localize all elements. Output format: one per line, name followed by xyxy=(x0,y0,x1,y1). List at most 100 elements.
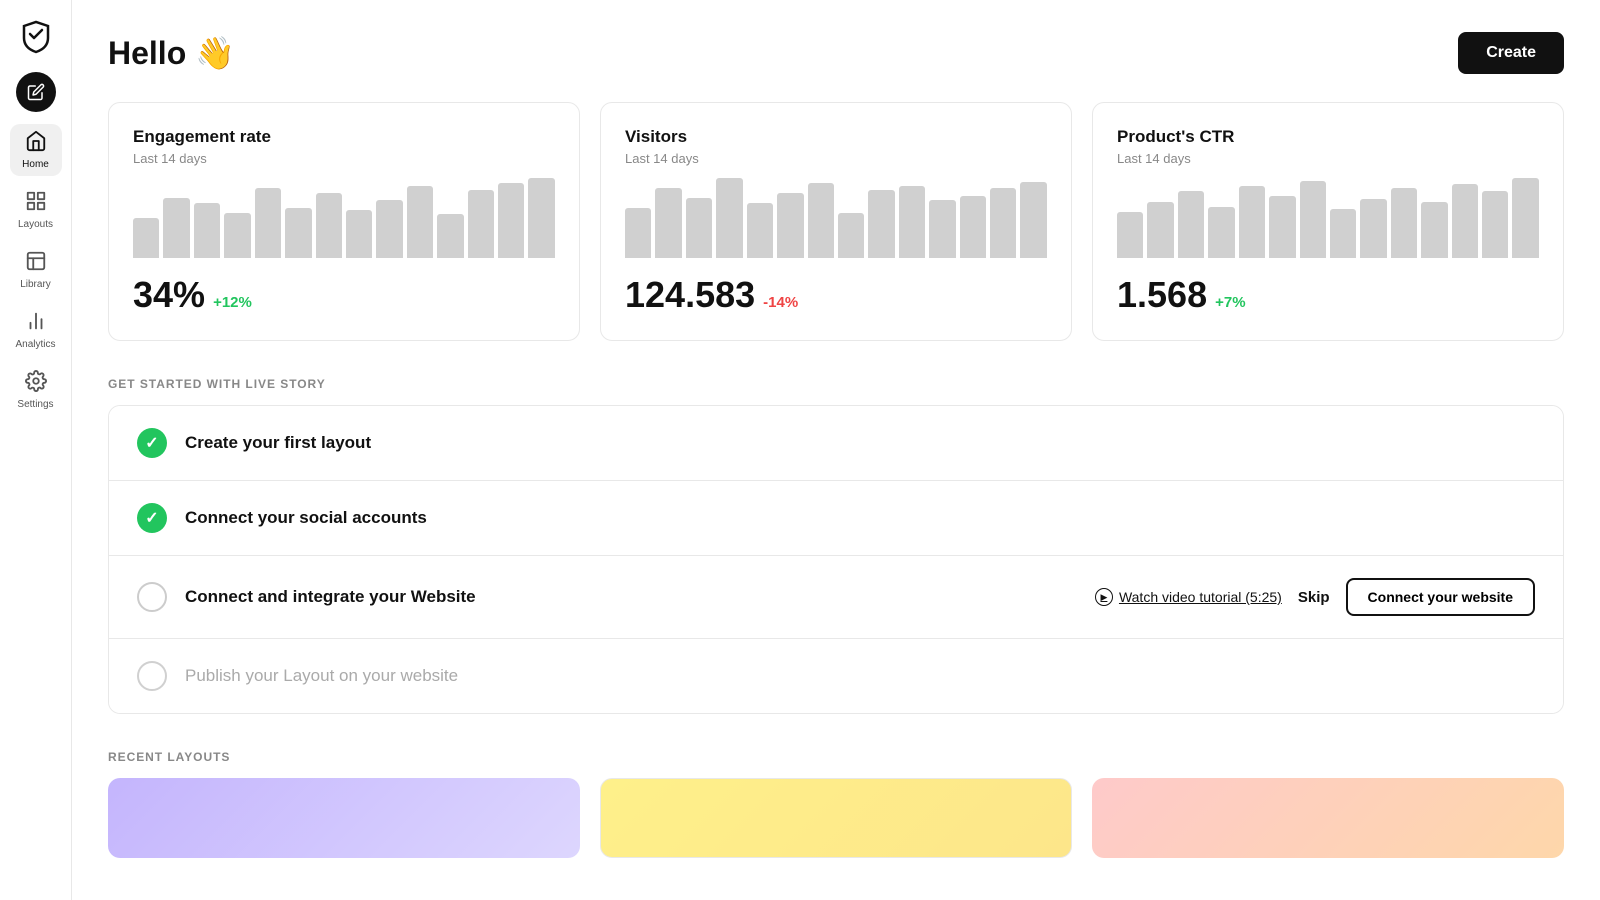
bar xyxy=(1239,186,1265,258)
bar xyxy=(1512,178,1538,258)
stat-subtitle-engagement: Last 14 days xyxy=(133,151,555,166)
checklist-label-layout: Create your first layout xyxy=(185,433,1535,453)
main-content: Hello 👋 Create Engagement rate Last 14 d… xyxy=(72,0,1600,900)
stat-value-engagement: 34% +12% xyxy=(133,274,555,316)
check-icon-social: ✓ xyxy=(145,508,158,528)
checklist-item-website: Connect and integrate your Website ▶ Wat… xyxy=(109,556,1563,639)
edit-button[interactable] xyxy=(16,72,56,112)
watch-tutorial-link[interactable]: ▶ Watch video tutorial (5:25) xyxy=(1095,588,1282,606)
page-header: Hello 👋 Create xyxy=(108,32,1564,74)
checklist-actions-website: ▶ Watch video tutorial (5:25) Skip Conne… xyxy=(1095,578,1535,616)
bar xyxy=(1020,182,1046,258)
bar xyxy=(1452,184,1478,258)
sidebar-item-analytics[interactable]: Analytics xyxy=(10,304,62,356)
stat-subtitle-ctr: Last 14 days xyxy=(1117,151,1539,166)
sidebar-item-library[interactable]: Library xyxy=(10,244,62,296)
stat-title-visitors: Visitors xyxy=(625,127,1047,147)
recent-layouts-title: RECENT LAYOUTS xyxy=(108,750,1564,764)
stat-value-ctr: 1.568 +7% xyxy=(1117,274,1539,316)
play-icon: ▶ xyxy=(1095,588,1113,606)
bar xyxy=(838,213,864,258)
sidebar-item-settings-label: Settings xyxy=(17,399,53,410)
bar xyxy=(1421,202,1447,258)
check-icon-layout: ✓ xyxy=(145,433,158,453)
bar xyxy=(1300,181,1326,258)
bar xyxy=(255,188,281,258)
stat-change-engagement: +12% xyxy=(213,294,252,311)
stat-card-visitors: Visitors Last 14 days 124.583 -14% xyxy=(600,102,1072,341)
layout-card-2[interactable] xyxy=(600,778,1072,858)
bar xyxy=(376,200,402,258)
bar-chart-engagement xyxy=(133,178,555,258)
bar-chart-visitors xyxy=(625,178,1047,258)
bar xyxy=(777,193,803,258)
bar xyxy=(686,198,712,258)
skip-button[interactable]: Skip xyxy=(1298,589,1330,606)
bar xyxy=(194,203,220,258)
stat-change-ctr: +7% xyxy=(1215,294,1245,311)
bar xyxy=(163,198,189,258)
bar xyxy=(1360,199,1386,258)
bar xyxy=(625,208,651,258)
bar xyxy=(1269,196,1295,258)
create-button[interactable]: Create xyxy=(1458,32,1564,74)
sidebar-item-library-label: Library xyxy=(20,279,51,290)
stat-value-visitors: 124.583 -14% xyxy=(625,274,1047,316)
checklist-item-publish: Publish your Layout on your website xyxy=(109,639,1563,713)
bar xyxy=(716,178,742,258)
page-title: Hello 👋 xyxy=(108,34,235,72)
sidebar-item-home[interactable]: Home xyxy=(10,124,62,176)
check-circle-layout: ✓ xyxy=(137,428,167,458)
sidebar: Home Layouts Library An xyxy=(0,0,72,900)
bar xyxy=(960,196,986,258)
recent-layouts-grid xyxy=(108,778,1564,858)
bar xyxy=(346,210,372,258)
layout-card-1[interactable] xyxy=(108,778,580,858)
checklist-label-social: Connect your social accounts xyxy=(185,508,1535,528)
bar xyxy=(1178,191,1204,258)
settings-icon xyxy=(25,370,47,396)
sidebar-item-settings[interactable]: Settings xyxy=(10,364,62,416)
layout-card-3[interactable] xyxy=(1092,778,1564,858)
bar xyxy=(437,214,463,258)
checklist-item-layout: ✓ Create your first layout xyxy=(109,406,1563,481)
stat-change-visitors: -14% xyxy=(763,294,798,311)
bar xyxy=(990,188,1016,258)
getting-started-title: GET STARTED WITH LIVE STORY xyxy=(108,377,1564,391)
bar xyxy=(868,190,894,258)
bar xyxy=(1117,212,1143,258)
bar xyxy=(1482,191,1508,258)
checklist-item-social: ✓ Connect your social accounts xyxy=(109,481,1563,556)
bar xyxy=(133,218,159,258)
bar-chart-ctr xyxy=(1117,178,1539,258)
bar xyxy=(1330,209,1356,258)
library-icon xyxy=(25,250,47,276)
bar xyxy=(1208,207,1234,258)
layouts-icon xyxy=(25,190,47,216)
check-circle-publish xyxy=(137,661,167,691)
check-circle-website xyxy=(137,582,167,612)
sidebar-item-analytics-label: Analytics xyxy=(15,339,55,350)
bar xyxy=(528,178,554,258)
bar xyxy=(468,190,494,258)
bar xyxy=(1147,202,1173,258)
bar xyxy=(407,186,433,258)
bar xyxy=(498,183,524,258)
stat-card-ctr: Product's CTR Last 14 days 1.568 +7% xyxy=(1092,102,1564,341)
checklist-label-publish: Publish your Layout on your website xyxy=(185,666,1535,686)
checklist: ✓ Create your first layout ✓ Connect you… xyxy=(108,405,1564,714)
bar xyxy=(655,188,681,258)
stat-subtitle-visitors: Last 14 days xyxy=(625,151,1047,166)
bar xyxy=(747,203,773,258)
stats-grid: Engagement rate Last 14 days 34% +12% Vi… xyxy=(108,102,1564,341)
home-icon xyxy=(25,130,47,156)
bar xyxy=(1391,188,1417,258)
stat-card-engagement: Engagement rate Last 14 days 34% +12% xyxy=(108,102,580,341)
connect-website-button[interactable]: Connect your website xyxy=(1346,578,1535,616)
sidebar-item-layouts[interactable]: Layouts xyxy=(10,184,62,236)
stat-title-ctr: Product's CTR xyxy=(1117,127,1539,147)
bar xyxy=(316,193,342,258)
stat-title-engagement: Engagement rate xyxy=(133,127,555,147)
analytics-icon xyxy=(25,310,47,336)
check-circle-social: ✓ xyxy=(137,503,167,533)
